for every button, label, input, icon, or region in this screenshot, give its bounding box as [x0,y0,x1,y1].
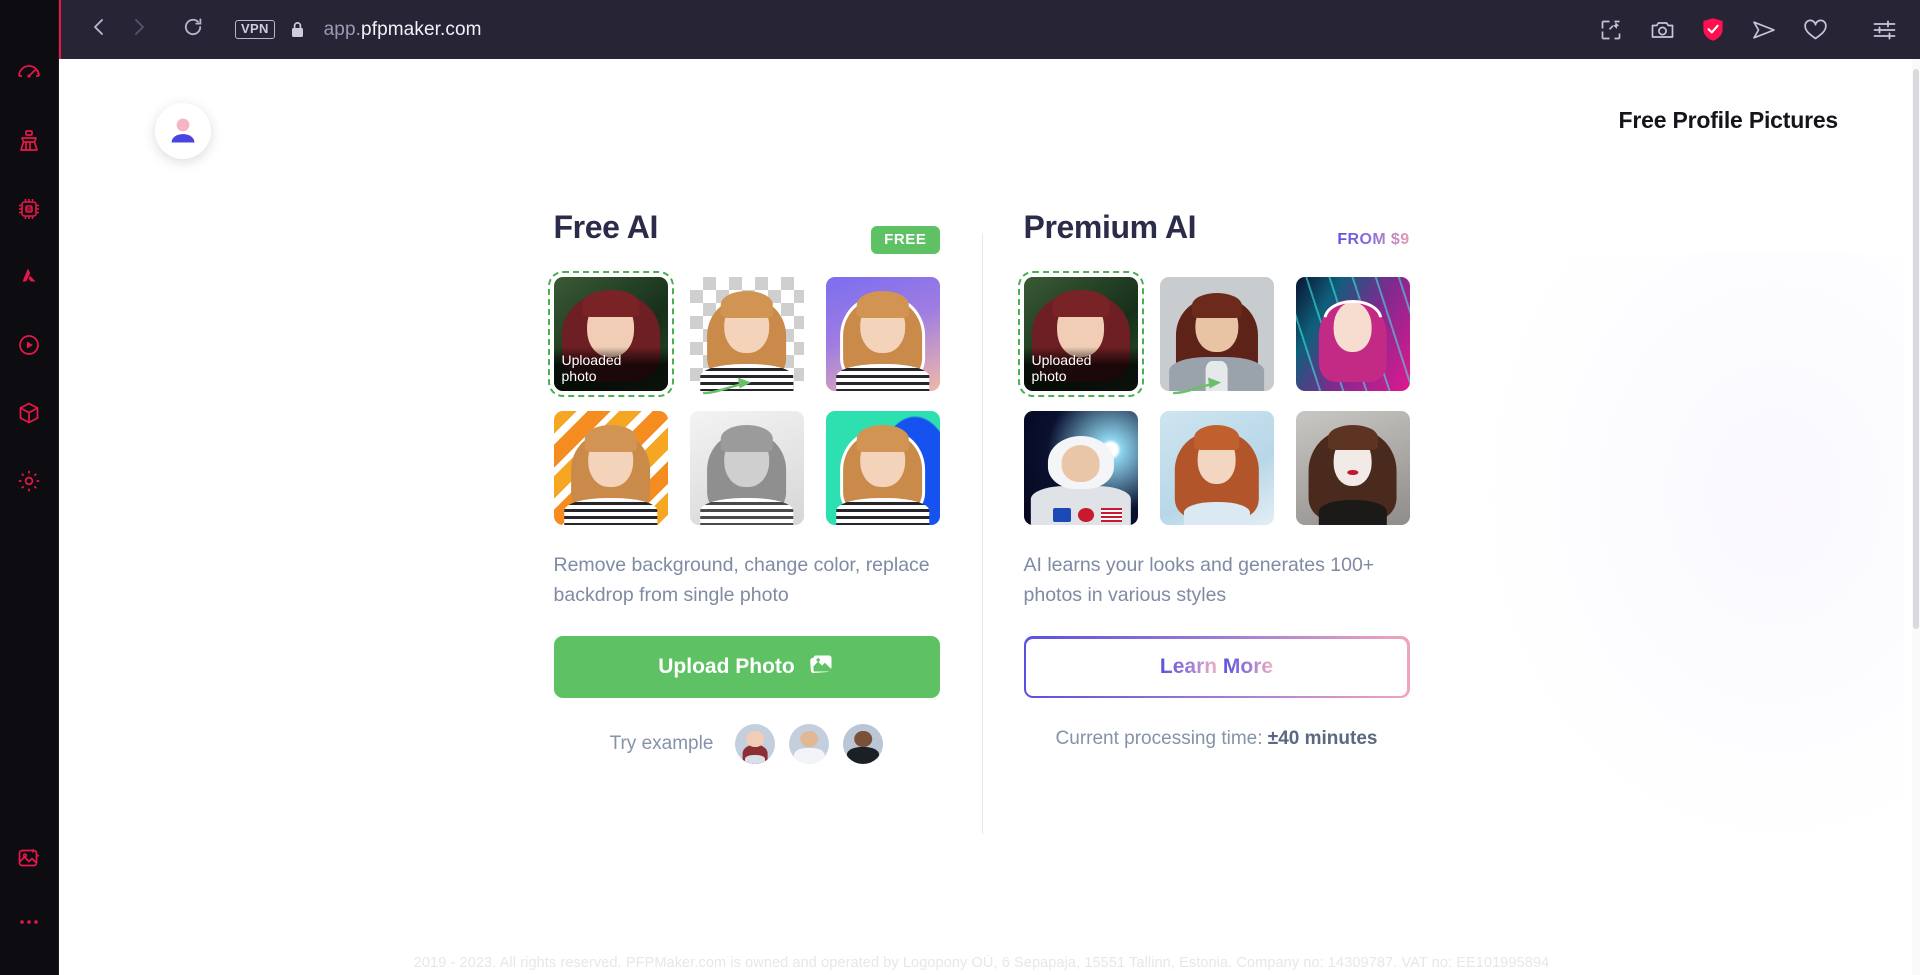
premium-card-title: Premium AI [1023,209,1197,245]
sidebar-item-gx-logo[interactable] [12,260,46,294]
back-button[interactable] [79,10,119,50]
plans-container: Free AI FREE Uploaded photo Remove backg… [59,209,1904,835]
processing-time: Current processing time: ±40 minutes [1024,728,1410,750]
premium-card-header: Premium AI FROM $9 [1024,209,1410,271]
browser: VPN app.pfpmaker.com Free Profile Pictur… [59,0,1920,975]
sidebar-item-cleaner[interactable] [12,124,46,158]
broom-icon [16,128,42,154]
price-badge: FROM $9 [1337,231,1410,248]
sidebar-item-settings[interactable] [12,464,46,498]
cpu-chip-icon: M [16,196,42,222]
play-circle-icon [16,332,42,358]
svg-text:M: M [27,207,32,213]
url-domain: pfpmaker.com [361,18,482,40]
thumb-uploaded-photo[interactable]: Uploaded photo [1017,271,1144,397]
free-ai-card: Free AI FREE Uploaded photo Remove backg… [512,209,982,765]
reload-icon [182,16,204,43]
thumb-orange-pattern[interactable] [553,411,668,525]
app-window: M VPN app.pfpmaker.com Free Profile Pict… [0,0,1920,975]
thumb-cyberpunk-neon[interactable] [1295,277,1410,391]
site-header: Free Profile Pictures [59,59,1912,169]
shield-check-icon[interactable] [1699,16,1727,44]
lock-icon[interactable] [289,20,306,39]
vpn-badge[interactable]: VPN [235,19,275,40]
reload-button[interactable] [173,10,213,50]
sidebar-item-image-editor[interactable] [12,841,46,875]
forward-button[interactable] [119,10,159,50]
chevron-right-icon [128,16,150,43]
thumb-astronaut[interactable] [1023,411,1138,525]
free-card-description: Remove background, change color, replace… [553,554,930,606]
page-viewport: Free Profile Pictures Free AI FREE Uploa… [59,59,1920,975]
learn-more-button[interactable]: Learn More [1023,636,1410,699]
web-page: Free Profile Pictures Free AI FREE Uploa… [59,59,1912,975]
premium-card-description: AI learns your looks and generates 100+ … [1023,554,1375,606]
try-example-row: Try example [554,724,940,765]
sidebar-item-player[interactable] [12,328,46,362]
thumb-transparent-background[interactable] [689,277,804,391]
thumb-business-portrait[interactable] [1159,277,1274,391]
example-avatar-1[interactable] [735,724,776,765]
processing-time-prefix: Current processing time: [1055,728,1268,750]
gear-icon [16,468,42,494]
sidebar-item-mods[interactable] [12,396,46,430]
free-card-header: Free AI FREE [554,209,940,271]
address-bar[interactable]: app.pfpmaker.com [324,19,1597,41]
example-avatar-2[interactable] [789,724,830,765]
processing-time-value: ±40 minutes [1267,728,1378,750]
browser-toolbar: VPN app.pfpmaker.com [59,0,1920,59]
sidebar-item-speedometer[interactable] [12,56,46,90]
thumb-purple-gradient[interactable] [825,277,940,391]
photos-icon [809,652,835,682]
site-footer: 2019 - 2023. All rights reserved. PFPMak… [413,955,1550,971]
sliders-icon[interactable] [1870,16,1898,44]
try-example-label: Try example [609,733,714,755]
snapshot-pin-icon[interactable] [1597,16,1625,44]
thumb-uploaded-photo[interactable]: Uploaded photo [547,271,674,397]
upload-photo-label: Upload Photo [658,655,795,679]
toolbar-actions [1597,16,1898,44]
user-avatar-logo[interactable] [155,103,211,159]
ellipsis-icon [16,917,42,927]
sidebar-item-limiter[interactable]: M [12,192,46,226]
sidebar-item-more[interactable] [12,905,46,939]
camera-icon[interactable] [1648,16,1676,44]
page-title: Free Profile Pictures [1618,107,1839,133]
learn-more-label-primary: Learn [1159,655,1218,679]
thumb-watercolor-painting[interactable] [1159,411,1274,525]
heart-icon[interactable] [1801,16,1829,44]
thumb-teal-blue[interactable] [825,411,940,525]
free-thumb-grid: Uploaded photo [547,271,940,525]
send-icon[interactable] [1750,16,1778,44]
example-avatar-3[interactable] [843,724,884,765]
free-card-title: Free AI [553,209,659,245]
cube-icon [16,400,42,426]
browser-sidebar: M [0,0,59,975]
thumb-grayscale[interactable] [689,411,804,525]
chevron-left-icon [88,16,110,43]
scrollbar-thumb[interactable] [1913,69,1919,629]
premium-thumb-grid: Uploaded photo [1017,271,1410,525]
thumb-gothic-portrait[interactable] [1295,411,1410,525]
page-scrollbar[interactable] [1912,59,1920,975]
premium-ai-card: Premium AI FROM $9 Uploaded photo AI lea… [981,209,1452,835]
status-badge-free: FREE [871,226,940,254]
upload-photo-button[interactable]: Upload Photo [553,636,940,699]
speedometer-icon [16,60,42,86]
learn-more-label-secondary: More [1222,655,1274,679]
image-wand-icon [16,845,42,871]
gx-logo-icon [16,264,42,290]
url-prefix: app. [323,18,362,40]
